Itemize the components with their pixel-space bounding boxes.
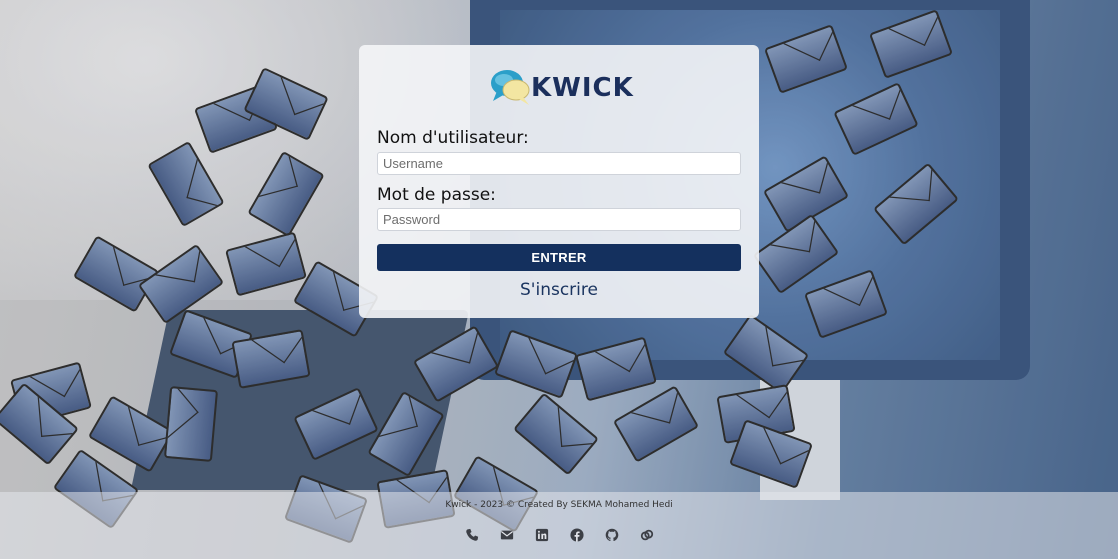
link-icon[interactable] (640, 528, 654, 542)
github-icon[interactable] (605, 528, 619, 542)
envelope-icon[interactable] (500, 528, 514, 542)
brand-name: KWICK (531, 73, 634, 103)
phone-icon[interactable] (465, 528, 479, 542)
footer: Kwick - 2023 © Created By SEKMA Mohamed … (0, 492, 1118, 559)
password-field[interactable] (377, 208, 741, 231)
signup-link[interactable]: S'inscrire (359, 280, 759, 300)
linkedin-icon[interactable] (535, 528, 549, 542)
footer-social-links (0, 528, 1118, 542)
password-label: Mot de passe: (377, 185, 496, 205)
brand-logo: KWICK (489, 65, 634, 109)
chat-bubbles-icon (489, 65, 533, 109)
username-field[interactable] (377, 152, 741, 175)
username-label: Nom d'utilisateur: (377, 128, 529, 148)
facebook-icon[interactable] (569, 528, 584, 542)
footer-credit: Kwick - 2023 © Created By SEKMA Mohamed … (445, 500, 673, 510)
submit-button[interactable]: ENTRER (377, 244, 741, 271)
login-card: KWICK Nom d'utilisateur: Mot de passe: E… (359, 45, 759, 318)
